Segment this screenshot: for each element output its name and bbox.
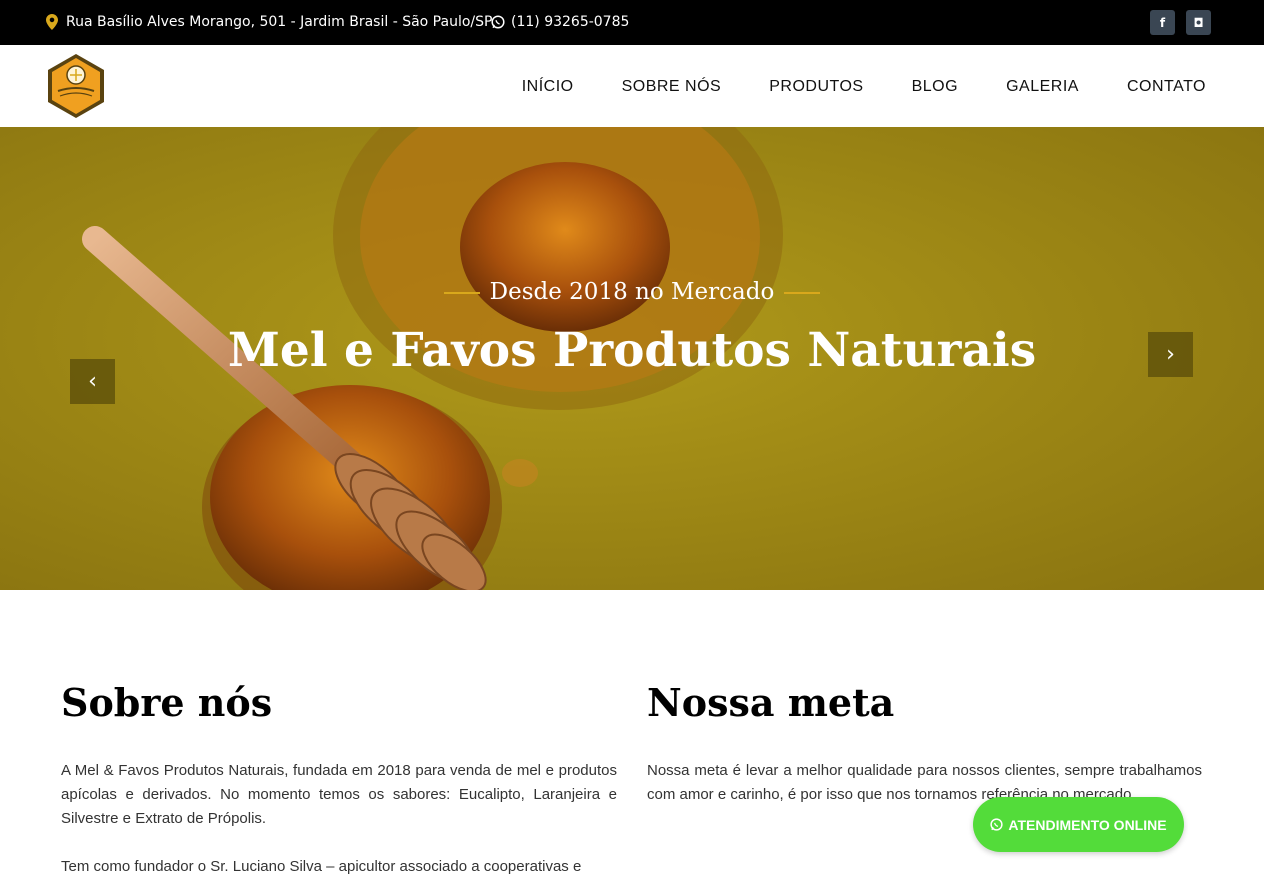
- instagram-icon[interactable]: ◘: [1186, 10, 1211, 35]
- top-bar: Rua Basílio Alves Morango, 501 - Jardim …: [0, 0, 1264, 45]
- hero-title: Mel e Favos Produtos Naturais: [227, 323, 1037, 378]
- about-heading: Sobre nós: [61, 680, 273, 725]
- phone[interactable]: (11) 93265-0785: [491, 14, 629, 30]
- whatsapp-label: ATENDIMENTO ONLINE: [1008, 816, 1167, 833]
- about-paragraph-1: A Mel & Favos Produtos Naturais, fundada…: [61, 762, 617, 827]
- nav-inicio[interactable]: INÍCIO: [522, 78, 574, 96]
- nav-contato[interactable]: CONTATO: [1127, 78, 1206, 96]
- whatsapp-icon: [491, 15, 505, 29]
- address: Rua Basílio Alves Morango, 501 - Jardim …: [46, 14, 492, 30]
- nav-galeria[interactable]: GALERIA: [1006, 78, 1079, 96]
- subtitle-line-right: [784, 292, 821, 294]
- mel-favos-logo[interactable]: [46, 53, 106, 119]
- hero-subtitle: Desde 2018 no Mercado: [0, 279, 1264, 305]
- whatsapp-online-button[interactable]: ATENDIMENTO ONLINE: [973, 797, 1184, 852]
- facebook-icon[interactable]: f: [1150, 10, 1175, 35]
- slider-next-button[interactable]: ›: [1148, 332, 1193, 377]
- phone-text: (11) 93265-0785: [511, 14, 630, 30]
- nav-produtos[interactable]: PRODUTOS: [769, 78, 863, 96]
- slider-prev-button[interactable]: ‹: [70, 359, 115, 404]
- hero-subtitle-text: Desde 2018 no Mercado: [489, 279, 775, 305]
- address-text: Rua Basílio Alves Morango, 501 - Jardim …: [66, 14, 493, 30]
- main-nav: INÍCIO SOBRE NÓS PRODUTOS BLOG GALERIA C…: [522, 78, 1206, 96]
- about-paragraph-2: Tem como fundador o Sr. Luciano Silva – …: [61, 858, 582, 875]
- goal-heading: Nossa meta: [647, 680, 895, 725]
- nav-blog[interactable]: BLOG: [912, 78, 958, 96]
- subtitle-line-left: [443, 292, 480, 294]
- map-pin-icon: [46, 14, 58, 30]
- hero-slider: Desde 2018 no Mercado Mel e Favos Produt…: [0, 127, 1264, 590]
- nav-sobre-nos[interactable]: SOBRE NÓS: [622, 78, 722, 96]
- whatsapp-icon: [990, 818, 1004, 831]
- site-header: INÍCIO SOBRE NÓS PRODUTOS BLOG GALERIA C…: [0, 45, 1264, 127]
